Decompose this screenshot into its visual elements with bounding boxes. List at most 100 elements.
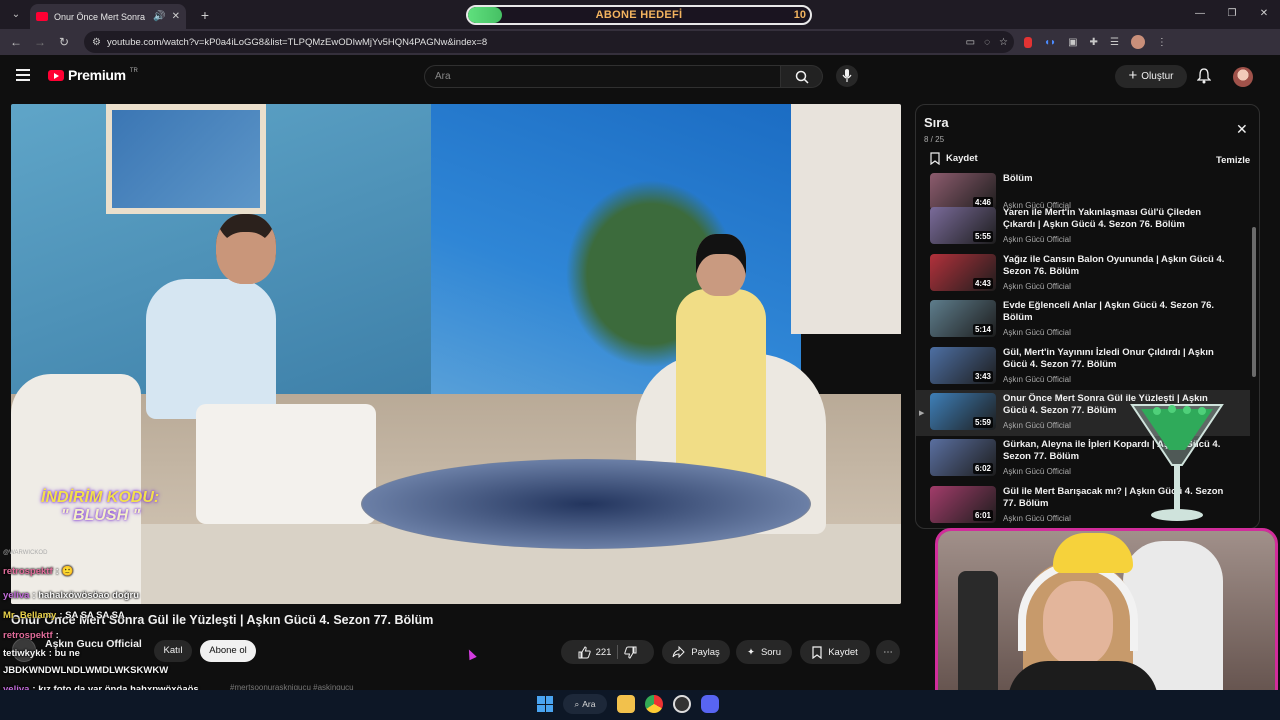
queue-item-title[interactable]: Bölüm (1003, 173, 1228, 185)
share-button[interactable]: Paylaş (662, 640, 730, 664)
now-playing-icon: ▶ (919, 410, 925, 417)
queue-item-title[interactable]: Yağız ile Cansın Balon Oyununda | Aşkın … (1003, 254, 1228, 278)
duration-badge: 6:01 (972, 510, 993, 521)
chat-username: Mr_Bellamy (3, 610, 57, 621)
obs-icon[interactable] (673, 695, 691, 713)
save-button[interactable]: Kaydet (800, 640, 870, 664)
chat-username: retrospektf (3, 630, 53, 641)
queue-item[interactable]: 4:43 Yağız ile Cansın Balon Oyununda | Aş… (916, 251, 1250, 297)
back-icon[interactable]: ← (4, 35, 28, 49)
plus-icon: + (1128, 67, 1138, 84)
queue-item[interactable]: 3:43 Gül, Mert'in Yayınını İzledi Onur Çı… (916, 344, 1250, 390)
video-scene-coffee-table (361, 459, 811, 549)
queue-scroll-thumb[interactable] (1252, 227, 1256, 377)
queue-thumbnail[interactable]: 5:59 (930, 393, 996, 430)
subscribe-button[interactable]: Abone ol (200, 640, 256, 662)
queue-item-channel: Aşkın Gücü Official (1003, 328, 1071, 337)
join-button[interactable]: Katıl (154, 640, 192, 662)
queue-item-title[interactable]: Yaren ile Mert'in Yakınlaşması Gül'ü Çil… (1003, 207, 1228, 231)
browser-tab[interactable]: Onur Önce Mert Sonra Gül 🔊 ✕ (30, 4, 186, 29)
tab-search-icon[interactable]: ⌄ (4, 4, 28, 26)
browser-profile-avatar[interactable] (1130, 35, 1145, 49)
search-input[interactable]: Ara (424, 65, 781, 88)
queue-item-title[interactable]: Evde Eğlenceli Anlar | Aşkın Gücü 4. Sez… (1003, 300, 1228, 324)
chat-username: tetiwkykk (3, 648, 46, 659)
queue-thumbnail[interactable]: 4:43 (930, 254, 996, 291)
file-explorer-icon[interactable] (617, 695, 635, 713)
discord-icon[interactable] (701, 695, 719, 713)
browser-menu-icon[interactable]: ⋮ (1157, 37, 1167, 48)
queue-thumbnail[interactable]: 6:01 (930, 486, 996, 523)
queue-thumbnail[interactable]: 6:02 (930, 439, 996, 476)
queue-item[interactable]: 5:14 Evde Eğlenceli Anlar | Aşkın Gücü 4.… (916, 297, 1250, 343)
queue-save-button[interactable]: Kaydet (930, 152, 978, 165)
queue-thumbnail[interactable]: 5:55 (930, 207, 996, 244)
chat-text: : (55, 566, 59, 577)
reload-icon[interactable]: ↻ (52, 35, 76, 49)
taskbar-search[interactable]: ⌕ Ara (563, 694, 607, 714)
webcam-mic-arm (958, 571, 998, 701)
forward-icon[interactable]: → (28, 35, 52, 49)
window-close-icon[interactable]: ✕ (1248, 0, 1280, 29)
microphone-icon (842, 69, 852, 82)
cast-icon[interactable]: ▭ (966, 37, 975, 48)
restore-icon[interactable]: ❐ (1216, 0, 1248, 29)
taskbar-search-label: Ara (582, 699, 596, 709)
screen: ⌄ Onur Önce Mert Sonra Gül 🔊 ✕ + — ❐ ✕ A… (0, 0, 1280, 720)
queue-item-title[interactable]: Gül, Mert'in Yayınını İzledi Onur Çıldır… (1003, 347, 1228, 371)
more-actions-button[interactable]: ⋯ (876, 640, 900, 664)
queue-thumbnail[interactable]: 5:14 (930, 300, 996, 337)
speaker-icon[interactable]: 🔊 (153, 11, 165, 22)
video-scene-staircase (791, 104, 901, 334)
duration-badge: 6:02 (972, 463, 993, 474)
windows-start-icon[interactable] (537, 696, 553, 712)
eye-off-icon[interactable]: ◌ (984, 37, 990, 48)
discount-code-line1: İNDİRİM KODU: (41, 489, 160, 506)
like-dislike-group: 221 (561, 640, 654, 664)
reading-list-icon[interactable]: ☰ (1110, 37, 1119, 48)
extensions-puzzle-icon[interactable]: ✚ (1090, 37, 1098, 48)
bookmark-icon (812, 645, 822, 659)
share-arrow-icon (672, 646, 685, 658)
chrome-icon[interactable] (645, 695, 663, 713)
video-player[interactable]: İNDİRİM KODU: " BLUSH " (11, 104, 901, 604)
queue-close-icon[interactable]: ✕ (1236, 121, 1248, 138)
extension-red-icon[interactable] (1024, 36, 1032, 48)
youtube-favicon-icon (36, 12, 48, 21)
mouse-cursor-icon (465, 647, 477, 661)
new-tab-button[interactable]: + (194, 7, 216, 23)
chat-watermark: @WARWICKOD (3, 550, 48, 556)
site-info-icon[interactable]: ⚙ (92, 37, 101, 48)
thumbs-down-icon[interactable] (624, 646, 637, 659)
windows-taskbar: ⌕ Ara (0, 690, 1280, 720)
minimize-icon[interactable]: — (1184, 0, 1216, 29)
search-icon: ⌕ (574, 698, 580, 709)
tab-close-icon[interactable]: ✕ (172, 11, 180, 22)
voice-search-button[interactable] (836, 65, 858, 87)
bookmark-star-icon[interactable]: ☆ (999, 37, 1008, 48)
create-button[interactable]: + Oluştur (1115, 65, 1187, 88)
youtube-header: Premium TR Ara + Oluştur (0, 55, 1280, 100)
duration-badge: 5:55 (972, 231, 993, 242)
chat-text: : (55, 630, 59, 641)
queue-item-channel: Aşkın Gücü Official (1003, 282, 1071, 291)
extension-audio-icon[interactable]: ◖◗ (1044, 37, 1056, 48)
notifications-bell-icon[interactable] (1197, 68, 1211, 84)
extension-box-icon[interactable]: ▣ (1068, 37, 1077, 48)
youtube-logo[interactable]: Premium TR (48, 67, 138, 83)
queue-clear-button[interactable]: Temizle (1216, 155, 1250, 166)
chat-username: yeliva (3, 590, 30, 601)
queue-scrollbar[interactable] (1252, 172, 1256, 528)
duration-badge: 3:43 (972, 371, 993, 382)
address-bar[interactable]: ⚙ youtube.com/watch?v=kP0a4iLoGG8&list=T… (84, 31, 1014, 53)
youtube-play-icon (48, 69, 64, 81)
search-button[interactable] (781, 65, 823, 88)
queue-item[interactable]: 5:55 Yaren ile Mert'in Yakınlaşması Gül'ü… (916, 204, 1250, 250)
menu-icon[interactable] (16, 69, 30, 84)
queue-thumbnail[interactable]: 3:43 (930, 347, 996, 384)
discount-code-line2: " BLUSH " (61, 507, 141, 524)
like-button[interactable]: 221 (578, 645, 611, 659)
goal-label: ABONE HEDEFİ (595, 9, 683, 21)
ask-button[interactable]: ✦ Soru (736, 640, 792, 664)
user-avatar[interactable] (1233, 67, 1253, 87)
